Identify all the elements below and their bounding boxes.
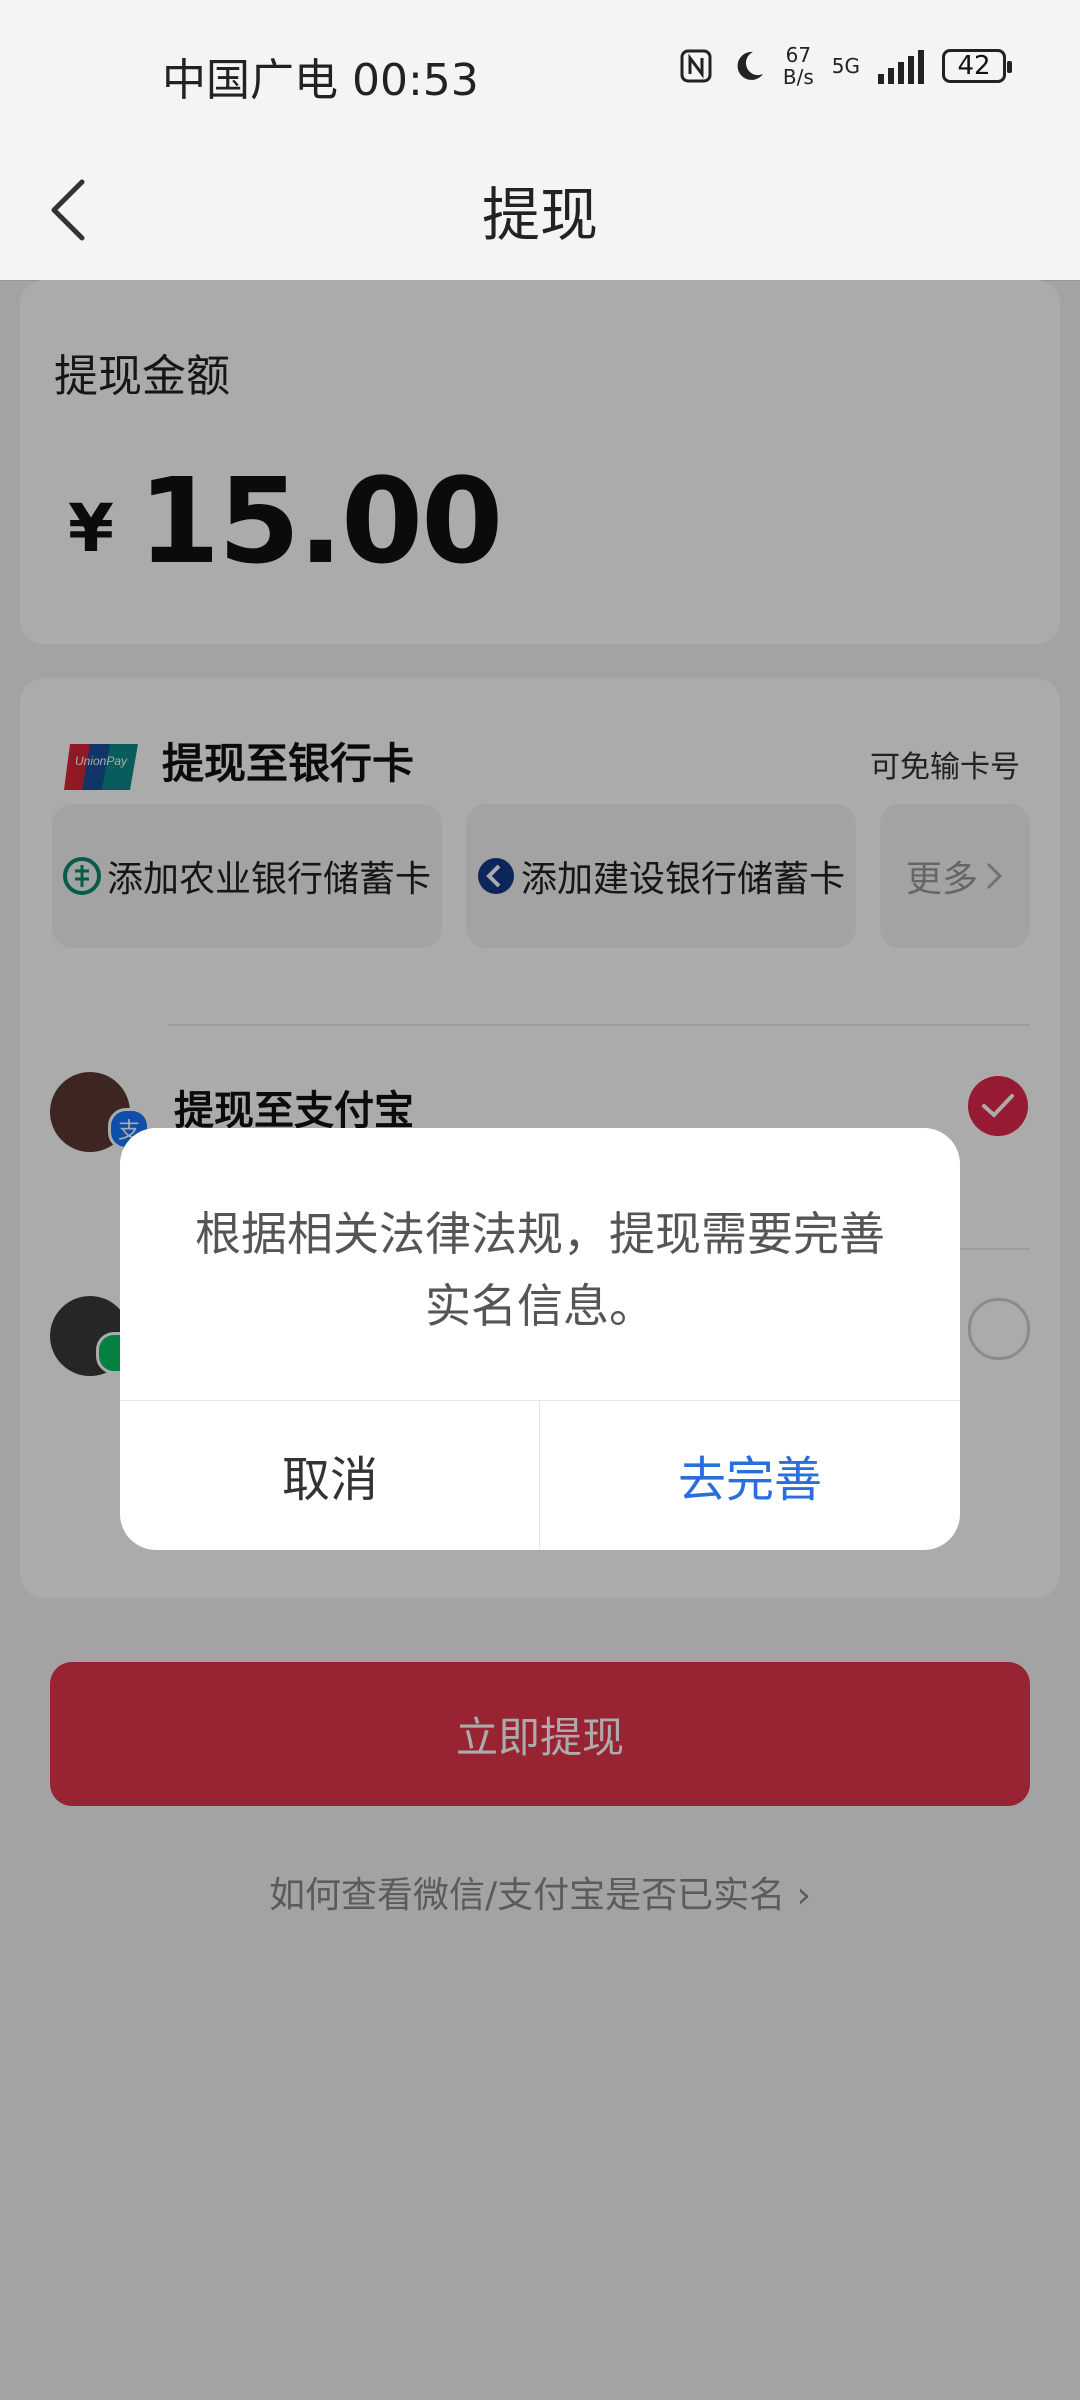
signal-type: 5G bbox=[831, 54, 860, 78]
battery-level: 42 bbox=[957, 51, 991, 81]
net-speed-unit: B/s bbox=[782, 65, 814, 89]
net-speed-value: 67 bbox=[785, 43, 812, 67]
realname-dialog: 根据相关法律法规，提现需要完善实名信息。 取消 去完善 bbox=[120, 1128, 960, 1550]
cancel-button[interactable]: 取消 bbox=[120, 1400, 540, 1550]
page-title: 提现 bbox=[481, 181, 598, 249]
complete-info-button[interactable]: 去完善 bbox=[540, 1400, 960, 1550]
status-icons: 67 B/s 5G 42 bbox=[679, 44, 1012, 88]
dialog-message: 根据相关法律法规，提现需要完善实名信息。 bbox=[195, 1207, 885, 1333]
status-bar: 中国广电 00:53 67 B/s 5G 42 bbox=[0, 0, 1080, 140]
nfc-icon bbox=[680, 49, 712, 83]
carrier-time: 中国广电 00:53 bbox=[162, 55, 479, 106]
net-speed: 67 B/s bbox=[783, 44, 814, 88]
navigation-header: 提现 bbox=[0, 140, 1080, 281]
battery-icon: 42 bbox=[942, 49, 1012, 83]
moon-icon bbox=[737, 51, 763, 80]
signal-bars-icon bbox=[878, 48, 924, 84]
